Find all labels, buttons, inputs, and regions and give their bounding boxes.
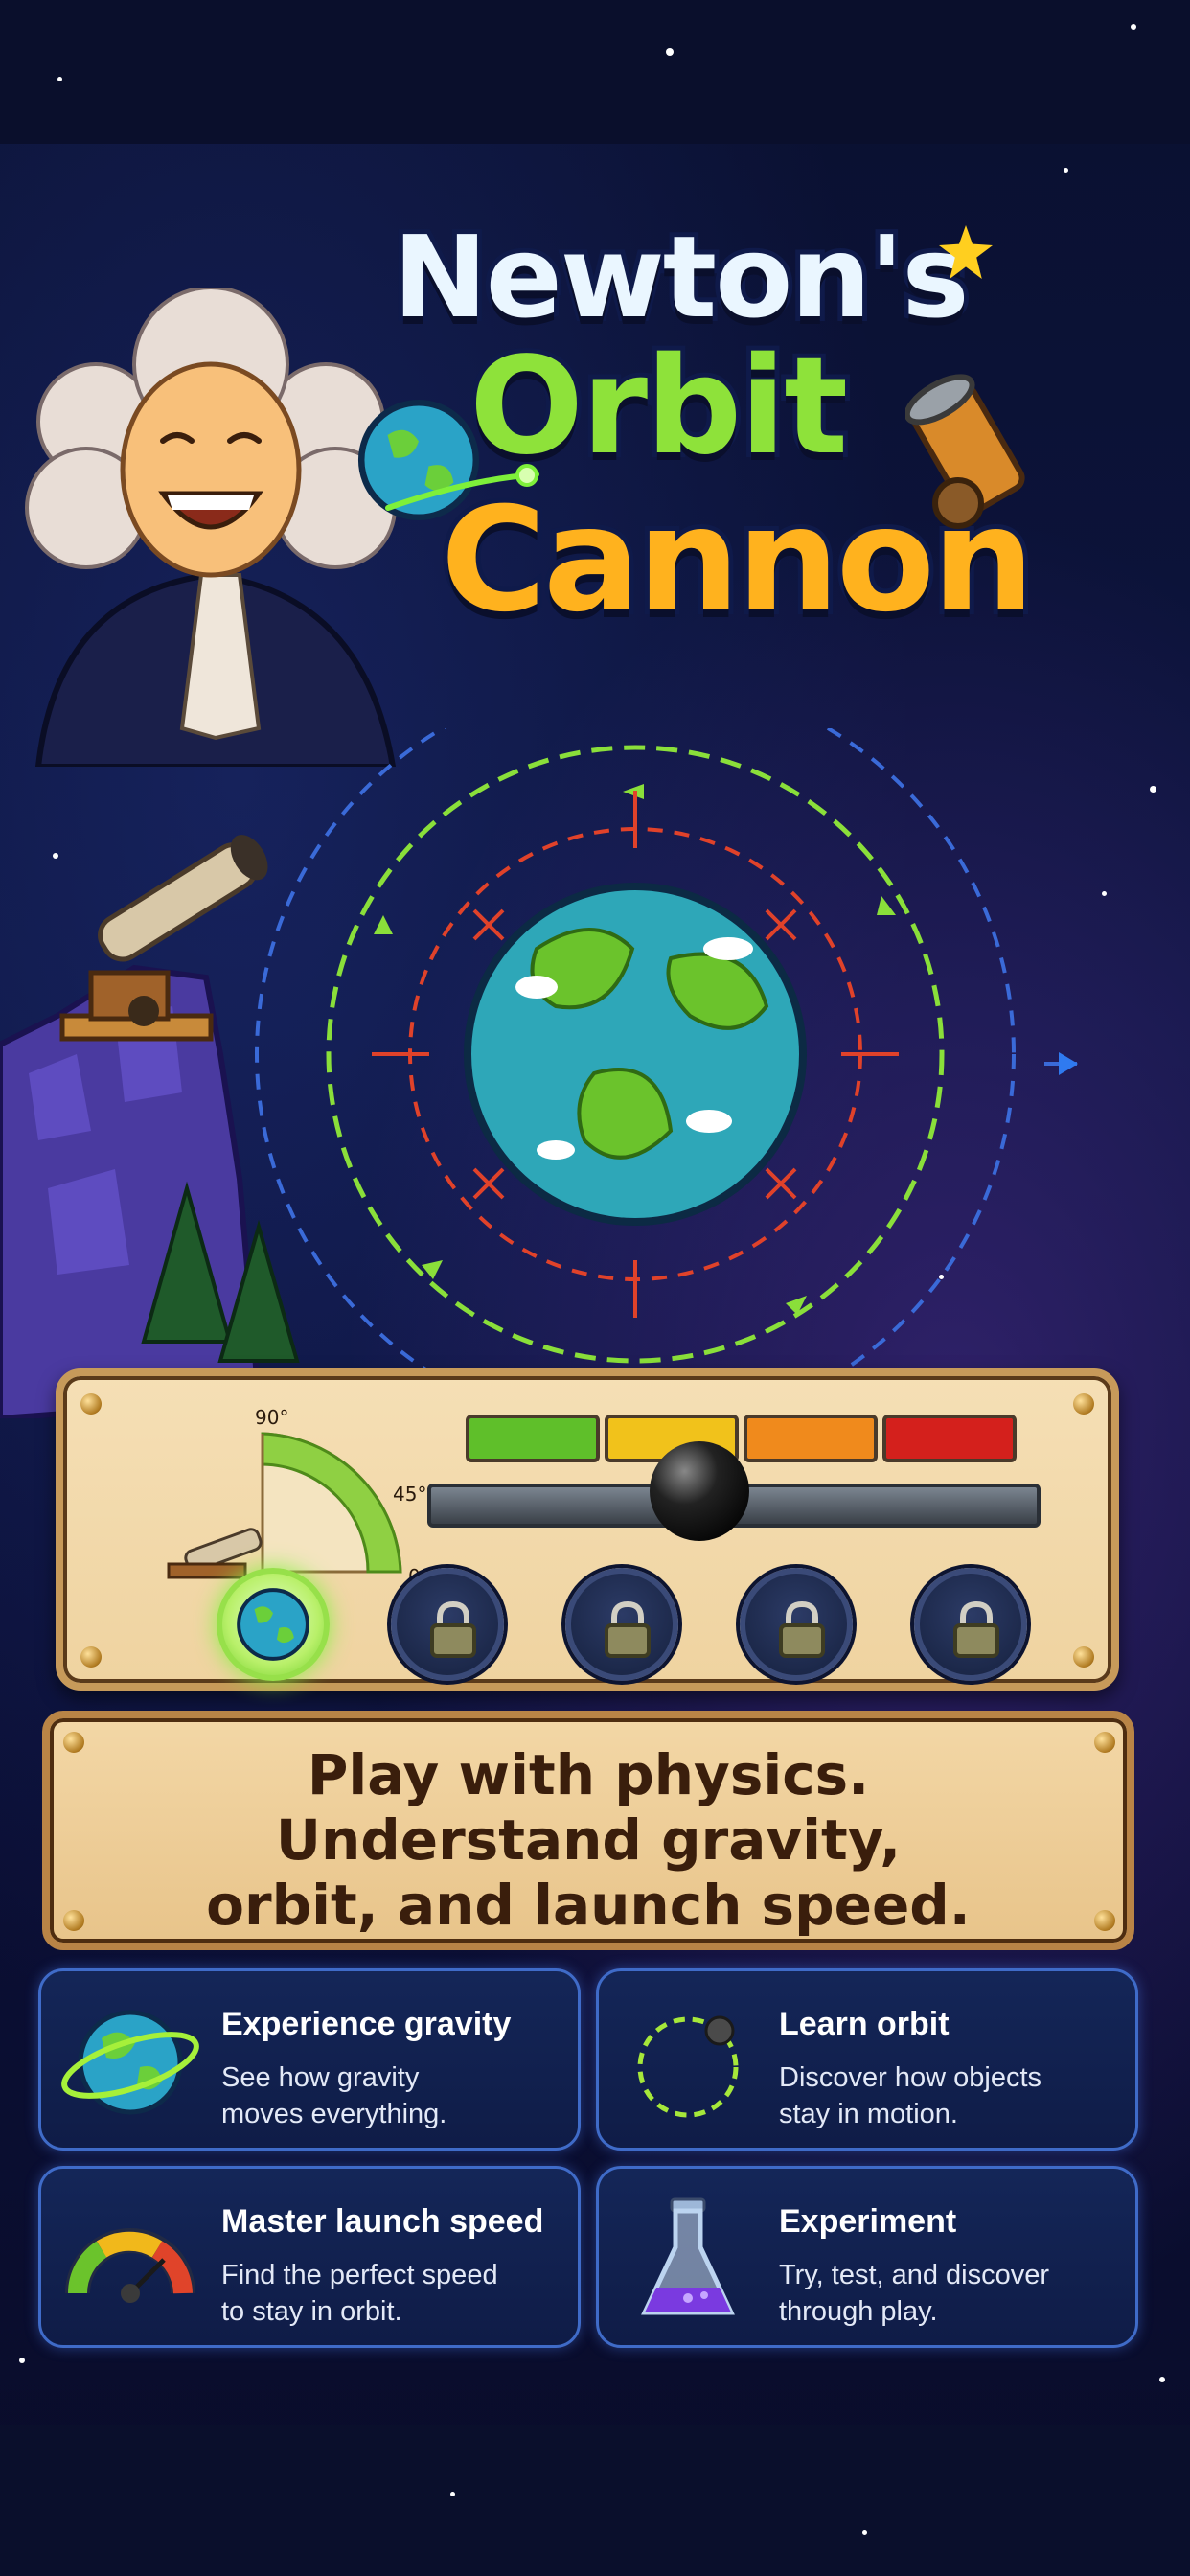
feature-desc: Find the perfect speed to stay in orbit.: [221, 2257, 576, 2330]
bottom-band: [0, 2425, 1190, 2576]
speedometer-icon: [65, 2228, 195, 2303]
earth-icon: [237, 1588, 309, 1661]
feature-title: Learn orbit: [779, 2006, 950, 2042]
speed-slider-knob[interactable]: [650, 1441, 749, 1541]
star-icon: [862, 2530, 867, 2535]
flask-icon: [641, 2197, 735, 2315]
padlock-icon: [779, 1600, 825, 1658]
star-icon: [450, 2492, 455, 2496]
rivet: [80, 1646, 102, 1668]
title-orbit-swoosh: [385, 464, 539, 511]
feature-desc-line: See how gravity: [221, 2062, 420, 2093]
feature-desc-line: Try, test, and discover: [779, 2260, 1050, 2290]
tagline-line-2: Understand gravity,: [275, 1807, 902, 1873]
sparkle-star-icon: [939, 225, 993, 279]
top-band: [0, 0, 1190, 144]
feature-card-experiment[interactable]: Experiment Try, test, and discover throu…: [596, 2166, 1138, 2348]
feature-card-speed[interactable]: Master launch speed Find the perfect spe…: [38, 2166, 581, 2348]
feature-desc: Discover how objects stay in motion.: [779, 2059, 1133, 2132]
tagline-line-3: orbit, and launch speed.: [206, 1873, 971, 1938]
level-5-button[interactable]: [914, 1568, 1027, 1681]
launch-control-panel: 90° 45° 0°: [56, 1368, 1119, 1690]
rivet: [80, 1393, 102, 1414]
feature-desc: Try, test, and discover through play.: [779, 2257, 1133, 2330]
feature-card-orbit[interactable]: Learn orbit Discover how objects stay in…: [596, 1968, 1138, 2150]
feature-desc-line: to stay in orbit.: [221, 2296, 402, 2327]
level-2-button[interactable]: [391, 1568, 504, 1681]
tagline-plaque: Play with physics. Understand gravity, o…: [42, 1711, 1134, 1950]
star-icon: [1064, 168, 1068, 172]
padlock-icon: [605, 1600, 651, 1658]
star-icon: [666, 48, 674, 56]
angle-gauge[interactable]: 90° 45° 0°: [149, 1395, 456, 1587]
padlock-icon: [953, 1600, 999, 1658]
star-icon: [1131, 24, 1136, 30]
ringed-earth-icon: [61, 2010, 199, 2115]
feature-title: Experiment: [779, 2203, 957, 2240]
angle-tick-90: 90°: [255, 1406, 288, 1429]
level-1-button[interactable]: [217, 1568, 330, 1681]
feature-desc-line: Discover how objects: [779, 2062, 1041, 2093]
level-3-button[interactable]: [565, 1568, 678, 1681]
title-line-1: Newton's: [388, 211, 974, 343]
planet-earth-icon: [464, 883, 807, 1226]
feature-desc-line: stay in motion.: [779, 2099, 958, 2129]
orbit-path-icon: [637, 2015, 739, 2118]
feature-desc-line: through play.: [779, 2296, 938, 2327]
feature-desc: See how gravity moves everything.: [221, 2059, 576, 2132]
app-screen: Newton's Orbit Cannon 90° 45° Play with …: [0, 0, 1190, 2576]
star-icon: [19, 2358, 25, 2363]
cliff-cannon-icon: [59, 835, 268, 1042]
star-icon: [1159, 2377, 1165, 2382]
feature-desc-line: Find the perfect speed: [221, 2260, 498, 2290]
rivet: [1073, 1646, 1094, 1668]
power-bar-orange: [744, 1414, 878, 1462]
orbit-scene: [0, 728, 1078, 1418]
level-4-button[interactable]: [740, 1568, 853, 1681]
star-icon: [57, 77, 62, 81]
rivet: [1073, 1393, 1094, 1414]
feature-title: Experience gravity: [221, 2006, 512, 2042]
title-cannon-icon: [905, 374, 1025, 529]
newton-character: [25, 288, 397, 767]
feature-card-gravity[interactable]: Experience gravity See how gravity moves…: [38, 1968, 581, 2150]
feature-title: Master launch speed: [221, 2203, 544, 2240]
power-bar-red: [882, 1414, 1017, 1462]
angle-tick-45: 45°: [393, 1483, 426, 1506]
padlock-icon: [430, 1600, 476, 1658]
feature-desc-line: moves everything.: [221, 2099, 447, 2129]
power-bar-green: [466, 1414, 600, 1462]
tagline-line-1: Play with physics.: [307, 1742, 870, 1807]
